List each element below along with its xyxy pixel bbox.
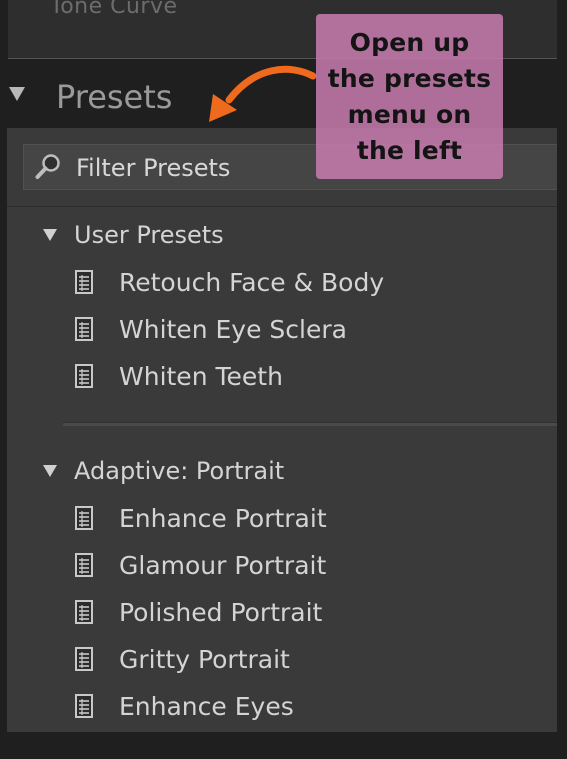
group-label: User Presets <box>74 221 224 249</box>
preset-label: Gritty Portrait <box>119 644 290 674</box>
divider <box>7 206 557 207</box>
preset-document-icon <box>75 553 93 577</box>
preset-item[interactable]: Enhance Eyes <box>75 688 294 724</box>
annotation-line: menu on <box>347 100 472 129</box>
presets-panel: User Presets Retouch Face & Body Whiten … <box>7 128 557 732</box>
preset-document-icon <box>75 317 93 341</box>
preset-item[interactable]: Gritty Portrait <box>75 641 290 677</box>
preset-document-icon <box>75 600 93 624</box>
preset-item[interactable]: Retouch Face & Body <box>75 264 384 300</box>
annotation-line: the left <box>356 136 463 165</box>
preset-document-icon <box>75 364 93 388</box>
group-adaptive-portrait[interactable]: Adaptive: Portrait <box>43 454 284 488</box>
group-user-presets[interactable]: User Presets <box>43 218 224 252</box>
preset-item[interactable]: Enhance Portrait <box>75 500 327 536</box>
collapse-triangle-icon[interactable] <box>9 87 25 101</box>
preset-label: Glamour Portrait <box>119 550 327 580</box>
preset-label: Enhance Eyes <box>119 691 294 721</box>
preset-document-icon <box>75 694 93 718</box>
annotation-callout: Open up the presets menu on the left <box>316 14 503 179</box>
preset-label: Whiten Teeth <box>119 361 283 391</box>
preset-label: Retouch Face & Body <box>119 267 385 297</box>
annotation-line: the presets <box>327 64 492 93</box>
preset-document-icon <box>75 270 93 294</box>
preset-item[interactable]: Whiten Teeth <box>75 358 283 394</box>
preset-item[interactable]: Whiten Eye Sclera <box>75 311 347 347</box>
preset-label: Enhance Portrait <box>119 503 327 533</box>
group-label: Adaptive: Portrait <box>74 457 285 485</box>
group-collapse-icon[interactable] <box>43 229 57 241</box>
preset-item[interactable]: Glamour Portrait <box>75 547 326 583</box>
preset-document-icon <box>75 647 93 671</box>
group-collapse-icon[interactable] <box>43 465 57 477</box>
magnifier-icon <box>35 154 60 179</box>
preset-label: Whiten Eye Sclera <box>119 314 347 344</box>
group-separator <box>63 422 557 426</box>
preset-document-icon <box>75 506 93 530</box>
curved-arrow-icon <box>209 65 317 122</box>
presets-title: Presets <box>56 78 173 116</box>
preset-item[interactable]: Polished Portrait <box>75 594 322 630</box>
preset-label: Polished Portrait <box>119 597 323 627</box>
panel-title: Tone Curve <box>50 0 178 19</box>
annotation-line: Open up <box>349 28 470 57</box>
